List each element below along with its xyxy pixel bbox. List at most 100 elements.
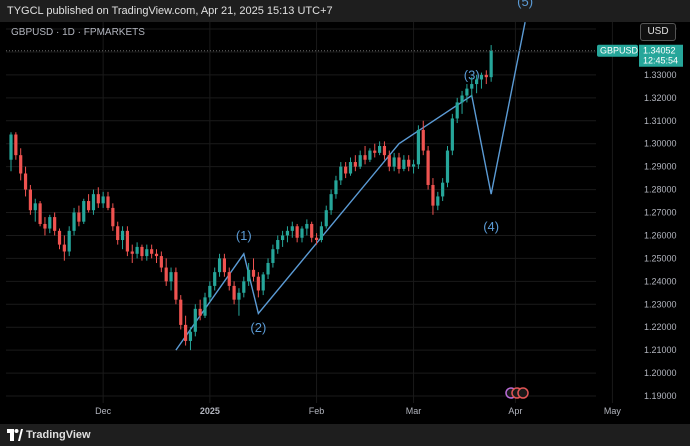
candle-body xyxy=(247,269,251,282)
candle xyxy=(416,125,420,169)
candle-body xyxy=(222,258,226,273)
candle-body xyxy=(300,228,304,238)
candle xyxy=(38,201,42,227)
candle xyxy=(266,258,270,280)
chart-canvas[interactable]: (1)(2)(3)(4)(5) 1.350001.330001.320001.3… xyxy=(0,0,690,446)
event-marker-icon xyxy=(517,387,529,399)
candle-body xyxy=(125,230,129,252)
price-tag-countdown: 12:45:54 xyxy=(643,56,678,66)
candle-body xyxy=(392,157,396,167)
candle-body xyxy=(450,118,454,151)
candle xyxy=(9,132,13,172)
candle-body xyxy=(96,194,100,204)
candle xyxy=(411,159,416,174)
candle-body xyxy=(9,134,13,160)
candle xyxy=(57,228,62,250)
candle-body xyxy=(445,150,450,183)
candle-body xyxy=(130,251,134,254)
candle-body xyxy=(140,246,144,257)
candle xyxy=(159,251,163,273)
candle-body xyxy=(402,159,406,169)
candle-body xyxy=(382,145,387,156)
candle-body xyxy=(193,308,197,332)
currency-selector[interactable]: USD xyxy=(640,23,676,41)
candle-body xyxy=(203,297,207,316)
candle-body xyxy=(135,246,139,254)
candle-body xyxy=(285,230,290,236)
price-tick-label: 1.22000 xyxy=(644,322,677,332)
candle-body xyxy=(276,240,280,250)
symbol-tag-text: GBPUSD xyxy=(600,46,639,56)
candle-body xyxy=(217,258,222,273)
candle-body xyxy=(489,50,493,78)
candle xyxy=(397,152,401,174)
candle-body xyxy=(72,212,76,231)
price-tick-label: 1.32000 xyxy=(644,93,677,103)
candle-body xyxy=(159,256,163,268)
candle-body xyxy=(150,249,154,254)
candle-body xyxy=(213,272,217,286)
candle xyxy=(174,267,178,305)
candle xyxy=(450,113,454,156)
candle-body xyxy=(145,249,149,257)
candle-body xyxy=(232,285,236,300)
price-tick-label: 1.29000 xyxy=(644,162,677,172)
candle xyxy=(67,226,71,257)
tradingview-logo-icon xyxy=(7,429,23,441)
candle-body xyxy=(348,162,353,174)
candle xyxy=(222,253,226,277)
candle xyxy=(101,191,105,208)
candle xyxy=(116,221,120,245)
candle-body xyxy=(251,269,256,277)
candle xyxy=(300,226,304,243)
candle-body xyxy=(363,155,367,160)
candle-body xyxy=(319,226,323,241)
candle-body xyxy=(378,145,382,153)
candle xyxy=(169,267,173,291)
candle-body xyxy=(116,226,120,241)
candle xyxy=(358,150,362,169)
candle xyxy=(329,189,333,215)
candle-body xyxy=(91,194,96,211)
candle-body xyxy=(19,155,23,174)
candle xyxy=(53,212,57,236)
candle xyxy=(77,205,81,227)
price-tick-label: 1.26000 xyxy=(644,230,677,240)
candle-body xyxy=(87,201,91,211)
candle xyxy=(193,304,197,337)
candle xyxy=(232,281,236,305)
candle xyxy=(368,148,372,163)
candle-body xyxy=(305,223,309,229)
candle-body xyxy=(188,331,193,341)
candle-body xyxy=(324,210,328,227)
candle-body xyxy=(421,129,425,151)
candle-body xyxy=(368,150,372,160)
candle xyxy=(150,244,154,259)
candle xyxy=(344,162,348,179)
candle xyxy=(43,217,47,236)
candle-body xyxy=(261,274,265,291)
candle-body xyxy=(48,217,52,229)
candle-body xyxy=(77,212,81,222)
candle-body xyxy=(154,253,159,257)
event-markers xyxy=(505,387,529,399)
candle xyxy=(261,272,265,296)
candle-body xyxy=(460,95,464,103)
candle-body xyxy=(266,262,270,275)
candle-body xyxy=(290,226,294,231)
candle xyxy=(33,198,37,222)
price-tick-label: 1.20000 xyxy=(644,368,677,378)
candle xyxy=(402,155,406,172)
price-tick-label: 1.31000 xyxy=(644,116,677,126)
candle xyxy=(19,148,23,181)
candle xyxy=(213,267,217,291)
candle-body xyxy=(28,189,32,211)
candle-body xyxy=(174,272,178,300)
candle xyxy=(96,187,100,208)
candle-body xyxy=(416,129,420,165)
price-tick-label: 1.30000 xyxy=(644,139,677,149)
wave-label: (4) xyxy=(483,219,499,234)
candle-body xyxy=(164,267,168,282)
candle xyxy=(120,226,125,250)
candle-body xyxy=(465,88,469,96)
